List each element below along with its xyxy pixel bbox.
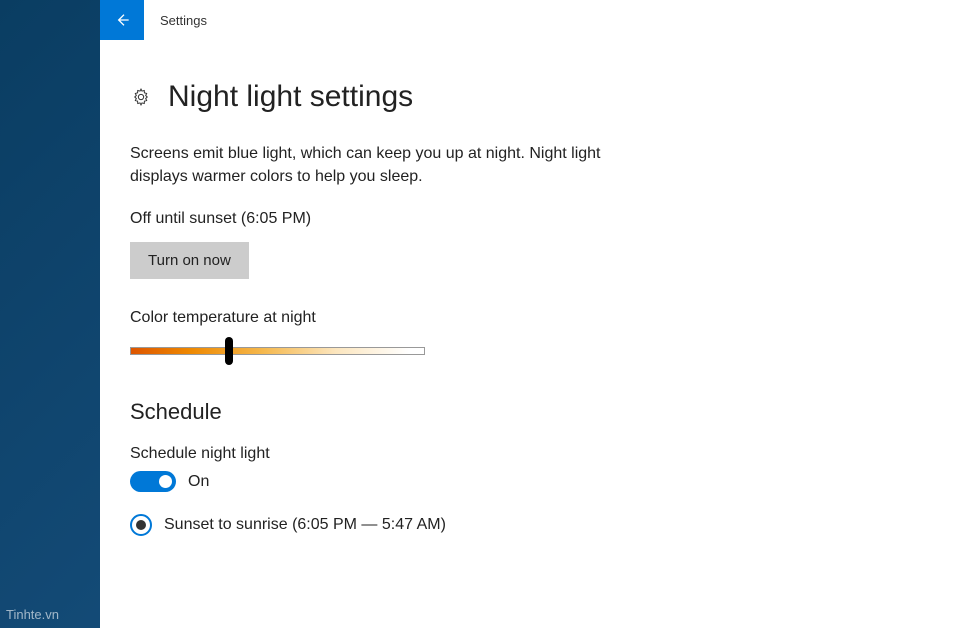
slider-track [130,347,425,355]
turn-on-now-button[interactable]: Turn on now [130,242,249,279]
schedule-heading: Schedule [130,399,930,425]
content-area: Night light settings Screens emit blue l… [100,40,960,556]
color-temperature-slider[interactable] [130,341,425,361]
watermark: Tinhte.vn [6,607,59,622]
status-text: Off until sunset (6:05 PM) [130,210,930,228]
color-temperature-label: Color temperature at night [130,309,930,327]
page-header: Night light settings [130,80,930,114]
titlebar: Settings [100,0,960,40]
gear-icon [130,86,152,108]
toggle-state-label: On [188,473,209,491]
page-title: Night light settings [168,80,413,114]
schedule-toggle[interactable] [130,471,176,492]
schedule-toggle-label: Schedule night light [130,445,930,463]
back-button[interactable] [100,0,144,40]
back-arrow-icon [114,12,130,28]
slider-thumb[interactable] [225,337,233,365]
toggle-knob [159,475,172,488]
schedule-option-sunset-label: Sunset to sunrise (6:05 PM — 5:47 AM) [164,516,446,534]
app-title: Settings [160,13,207,28]
settings-window: Settings Night light settings Screens em… [100,0,960,628]
schedule-option-sunset[interactable]: Sunset to sunrise (6:05 PM — 5:47 AM) [130,514,930,536]
page-description: Screens emit blue light, which can keep … [130,142,650,188]
schedule-toggle-row: On [130,471,930,492]
radio-button-icon [130,514,152,536]
